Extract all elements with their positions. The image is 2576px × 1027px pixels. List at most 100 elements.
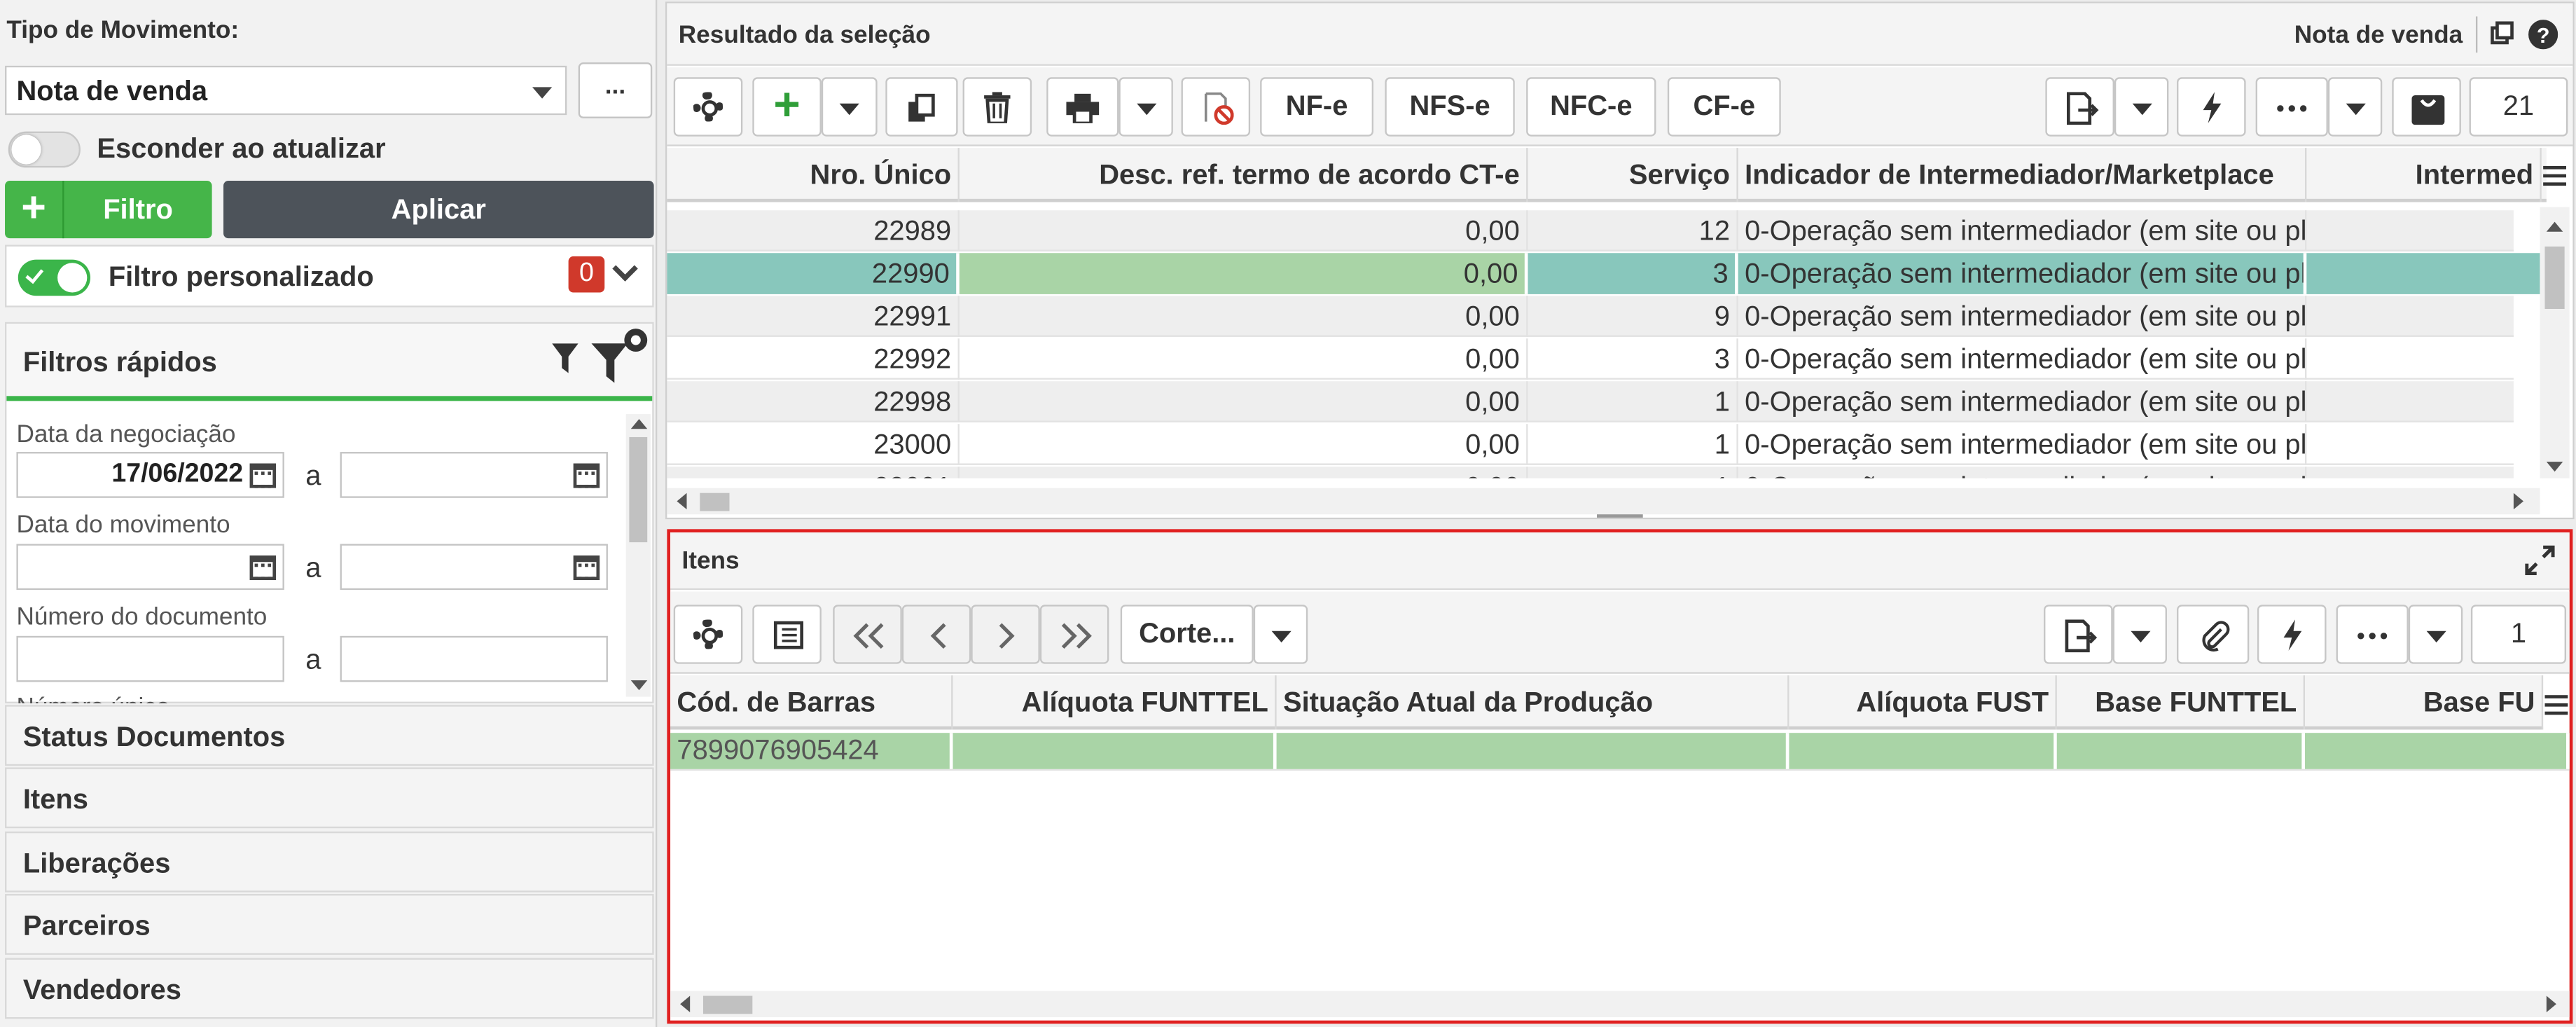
table-row[interactable]: 22991 0,00 9 0-Operação sem intermediado…	[667, 296, 2544, 337]
chevron-down-icon[interactable]	[612, 256, 638, 282]
col-situacao-producao[interactable]: Situação Atual da Produção	[1277, 675, 1789, 730]
actions-button[interactable]	[2257, 605, 2327, 664]
expand-icon[interactable]	[2525, 545, 2555, 575]
col-cod-barras[interactable]: Cód. de Barras	[670, 675, 953, 730]
funnel-settings-icon[interactable]	[591, 327, 650, 386]
nfce-button[interactable]: NFC-e	[1526, 77, 1656, 137]
table-row[interactable]: 22998 0,00 1 0-Operação sem intermediado…	[667, 381, 2544, 422]
corte-button[interactable]: Corte...	[1120, 605, 1254, 664]
scroll-thumb[interactable]	[700, 492, 730, 511]
resultado-hscrollbar[interactable]	[667, 488, 2540, 515]
col-intermed[interactable]: Intermed	[2306, 148, 2542, 202]
add-button[interactable]: +	[752, 77, 822, 137]
col-desc-ref[interactable]: Desc. ref. termo de acordo CT-e	[960, 148, 1528, 202]
calendar-icon[interactable]	[249, 555, 277, 581]
col-nro-unico[interactable]: Nro. Único	[667, 148, 960, 202]
section-status-documentos[interactable]: Status Documentos	[5, 705, 654, 766]
settings-button[interactable]	[673, 77, 743, 137]
itens-hscrollbar[interactable]	[670, 991, 2570, 1017]
export-dropdown-button[interactable]	[2114, 77, 2169, 137]
tipo-movimento-more-button[interactable]: ...	[578, 62, 653, 118]
scroll-thumb[interactable]	[2544, 246, 2565, 309]
bag-button[interactable]	[2392, 77, 2461, 137]
col-indicador[interactable]: Indicador de Intermediador/Marketplace	[1738, 148, 2307, 202]
cfe-button[interactable]: CF-e	[1667, 77, 1781, 137]
data-negociacao-from-input[interactable]: 17/06/2022	[16, 452, 284, 498]
data-movimento-from-input[interactable]	[16, 544, 284, 591]
export-button[interactable]	[2045, 77, 2114, 137]
window-restore-icon[interactable]	[2491, 21, 2514, 45]
column-menu-icon[interactable]	[2544, 695, 2568, 715]
scroll-down-icon[interactable]	[2546, 462, 2563, 472]
more-button[interactable]	[2336, 605, 2409, 664]
splitter-grip[interactable]	[1597, 514, 1643, 518]
grid-view-button[interactable]	[752, 605, 822, 664]
calendar-icon[interactable]	[249, 463, 277, 488]
more-dropdown-button[interactable]	[2327, 77, 2383, 137]
aplicar-button[interactable]: Aplicar	[223, 181, 654, 239]
resultado-vscrollbar[interactable]	[2540, 207, 2570, 478]
next-page-button[interactable]	[971, 605, 1040, 664]
col-aliquota-funttel[interactable]: Alíquota FUNTTEL	[953, 675, 1277, 730]
scroll-right-icon[interactable]	[2546, 995, 2556, 1012]
filtros-rapidos-scrollbar[interactable]	[625, 414, 651, 697]
prev-page-button[interactable]	[901, 605, 971, 664]
table-row[interactable]: 22989 0,00 12 0-Operação sem intermediad…	[667, 210, 2544, 251]
table-row-selected[interactable]: 7899076905424	[670, 733, 2570, 771]
section-itens[interactable]: Itens	[5, 767, 654, 829]
section-liberacoes[interactable]: Liberações	[5, 831, 654, 892]
corte-dropdown-button[interactable]	[1253, 605, 1308, 664]
nfse-button[interactable]: NFS-e	[1385, 77, 1515, 137]
data-negociacao-to-input[interactable]	[340, 452, 608, 498]
settings-button[interactable]	[673, 605, 743, 664]
delete-button[interactable]	[962, 77, 1032, 137]
section-parceiros[interactable]: Parceiros	[5, 894, 654, 955]
scroll-up-icon[interactable]	[630, 419, 648, 429]
print-button[interactable]	[1046, 77, 1119, 137]
export-button[interactable]	[2044, 605, 2113, 664]
table-row[interactable]: 22992 0,00 3 0-Operação sem intermediado…	[667, 338, 2544, 380]
table-row[interactable]: 23001 0,00 1 0-Operação sem intermediado…	[667, 467, 2544, 478]
first-page-button[interactable]	[833, 605, 902, 664]
more-button[interactable]	[2255, 77, 2328, 137]
section-vendedores[interactable]: Vendedores	[5, 958, 654, 1019]
print-dropdown-button[interactable]	[1119, 77, 1173, 137]
export-dropdown-button[interactable]	[2112, 605, 2167, 664]
numero-documento-to-input[interactable]	[340, 635, 608, 682]
col-servico[interactable]: Serviço	[1528, 148, 1738, 202]
col-base-fu[interactable]: Base FU	[2305, 675, 2544, 730]
scroll-down-icon[interactable]	[630, 680, 648, 691]
esconder-toggle[interactable]	[8, 131, 81, 168]
attachment-button[interactable]	[2177, 605, 2250, 664]
tipo-movimento-select[interactable]: Nota de venda	[5, 65, 567, 116]
more-dropdown-button[interactable]	[2408, 605, 2463, 664]
scroll-left-icon[interactable]	[680, 995, 691, 1012]
data-movimento-to-input[interactable]	[340, 544, 608, 591]
nfe-button[interactable]: NF-e	[1260, 77, 1374, 137]
cancel-doc-button[interactable]	[1181, 77, 1251, 137]
record-count-field[interactable]: 21	[2469, 77, 2568, 137]
scroll-right-icon[interactable]	[2513, 492, 2523, 510]
scroll-thumb[interactable]	[702, 995, 753, 1014]
add-dropdown-button[interactable]	[821, 77, 878, 137]
context-label: Nota de venda	[2294, 21, 2463, 50]
col-aliquota-fust[interactable]: Alíquota FUST	[1789, 675, 2057, 730]
filtro-personalizado-toggle[interactable]	[18, 259, 91, 296]
actions-button[interactable]	[2177, 77, 2246, 137]
scroll-up-icon[interactable]	[2546, 221, 2563, 232]
help-icon[interactable]: ?	[2528, 20, 2558, 50]
calendar-icon[interactable]	[573, 555, 600, 581]
funnel-icon[interactable]	[552, 343, 579, 373]
duplicate-button[interactable]	[885, 77, 958, 137]
table-row-selected[interactable]: 22990 0,00 3 0-Operação sem intermediado…	[667, 253, 2544, 294]
numero-documento-from-input[interactable]	[16, 635, 284, 682]
col-base-funttel[interactable]: Base FUNTTEL	[2057, 675, 2306, 730]
scroll-left-icon[interactable]	[677, 492, 687, 510]
calendar-icon[interactable]	[573, 463, 600, 488]
filtro-button[interactable]: + Filtro	[5, 181, 212, 239]
scroll-thumb[interactable]	[629, 436, 648, 543]
table-row[interactable]: 23000 0,00 1 0-Operação sem intermediado…	[667, 424, 2544, 465]
last-page-button[interactable]	[1039, 605, 1109, 664]
record-count-field[interactable]: 1	[2470, 605, 2566, 664]
column-menu-icon[interactable]	[2543, 165, 2566, 186]
